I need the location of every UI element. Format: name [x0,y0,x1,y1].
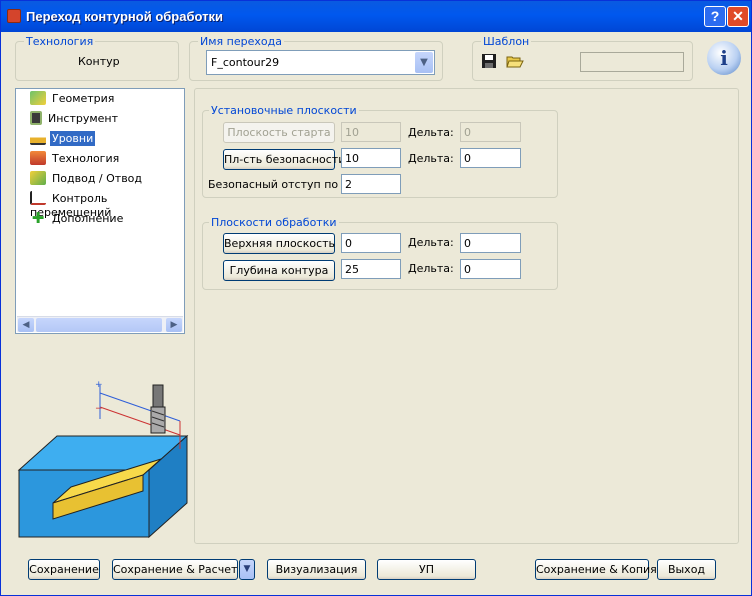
template-legend: Шаблон [481,35,532,48]
technology-value: Контур [78,55,120,68]
geometry-icon [30,91,46,105]
close-button[interactable]: ✕ [727,6,749,27]
open-template-icon[interactable] [506,53,524,69]
levels-preview-illustration: + − [17,380,189,539]
start-plane-button[interactable]: Плоскость старта [223,122,335,143]
contour-depth-delta-input[interactable]: 0 [460,259,521,279]
technology-group: Технология Контур [15,35,179,81]
title-bar[interactable]: Переход контурной обработки ? ✕ [1,1,751,32]
template-group: Шаблон [472,35,693,81]
contour-depth-delta-label: Дельта: [408,262,454,275]
save-button[interactable]: Сохранение [28,559,100,580]
contour-depth-input[interactable]: 25 [341,259,401,279]
tree-item-addition[interactable]: ✚ Дополнение [30,211,125,229]
levels-icon [30,131,46,145]
safety-plane-button[interactable]: Пл-сть безопасности [223,149,345,170]
window-title: Переход контурной обработки [26,9,223,24]
save-and-copy-button[interactable]: Сохранение & Копия [535,559,657,580]
info-icon[interactable]: i [707,41,741,75]
tree-item-technology[interactable]: Технология [30,151,121,169]
top-plane-button[interactable]: Верхняя плоскость [223,233,335,254]
scroll-thumb[interactable] [36,318,162,332]
tree-item-motion-control[interactable]: Контроль перемещений [30,191,184,219]
tree-item-label: Технология [52,151,120,165]
tree-item-approach[interactable]: Подвод / Отвод [30,171,144,189]
safety-plane-input[interactable]: 10 [341,148,401,168]
app-icon [7,9,21,23]
scroll-left-icon[interactable]: ◀ [18,318,34,332]
start-plane-delta-label: Дельта: [408,126,454,139]
save-and-calculate-dropdown[interactable]: ▼ [239,559,255,580]
scroll-right-icon[interactable]: ▶ [166,318,182,332]
technology-icon [30,151,46,165]
tree-item-geometry[interactable]: Геометрия [30,91,116,109]
chevron-down-icon[interactable]: ▼ [415,52,433,73]
start-plane-delta-input[interactable]: 0 [460,122,521,142]
tree-item-label: Инструмент [48,111,119,125]
preview-plus-label: + [95,380,103,390]
tree-item-label: Геометрия [52,91,115,105]
approach-icon [30,171,46,185]
safety-plane-delta-label: Дельта: [408,152,454,165]
help-button[interactable]: ? [704,6,726,27]
start-plane-input[interactable]: 10 [341,122,401,142]
safety-plane-delta-input[interactable]: 0 [460,148,521,168]
machining-planes-legend: Плоскости обработки [209,216,339,229]
contour-depth-button[interactable]: Глубина контура [223,260,335,281]
visualize-button[interactable]: Визуализация [267,559,366,580]
operation-name-select[interactable]: F_contour29 ▼ [206,50,435,75]
top-plane-delta-label: Дельта: [408,236,454,249]
setup-planes-legend: Установочные плоскости [209,104,359,117]
save-template-icon[interactable] [481,53,497,69]
tree-item-label: Уровни [50,130,96,146]
technology-legend: Технология [24,35,96,48]
template-field[interactable] [580,52,684,72]
tree-item-levels[interactable]: Уровни [30,130,96,149]
tool-icon [30,111,42,125]
motion-control-icon [30,191,46,205]
tree-item-tool[interactable]: Инструмент [30,111,120,129]
top-plane-delta-input[interactable]: 0 [460,233,521,253]
exit-button[interactable]: Выход [657,559,716,580]
preview-minus-label: − [95,404,103,414]
tree-item-label: Дополнение [52,211,124,225]
tree-item-label: Подвод / Отвод [52,171,143,185]
addition-icon: ✚ [31,209,45,227]
nc-program-button[interactable]: УП [377,559,476,580]
parameter-tree[interactable]: Геометрия Инструмент Уровни Технология П… [15,88,185,334]
operation-name-legend: Имя перехода [198,35,284,48]
top-plane-input[interactable]: 0 [341,233,401,253]
tree-horizontal-scrollbar[interactable]: ◀ ▶ [17,316,183,332]
safe-offset-label: Безопасный отступ по Z: [208,178,353,191]
safe-offset-input[interactable]: 2 [341,174,401,194]
operation-name-value: F_contour29 [211,56,280,69]
save-and-calculate-button[interactable]: Сохранение & Расчет [112,559,238,580]
dialog-window: Переход контурной обработки ? ✕ Технолог… [0,0,752,596]
